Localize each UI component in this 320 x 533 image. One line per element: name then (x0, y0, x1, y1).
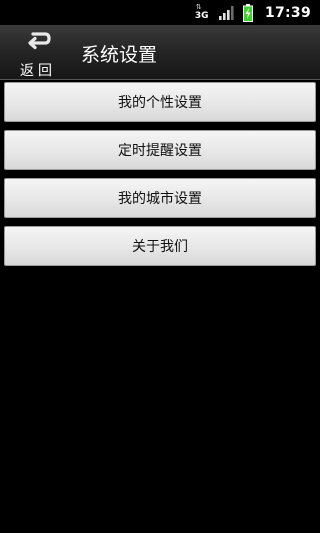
status-clock: 17:39 (264, 4, 311, 21)
battery-charging-icon (242, 3, 253, 22)
network-arrows: ⇅ (195, 2, 202, 11)
menu-label: 我的城市设置 (118, 191, 202, 207)
reminder-settings-button[interactable]: 定时提醒设置 (4, 130, 316, 170)
city-settings-button[interactable]: 我的城市设置 (4, 178, 316, 218)
menu-label: 我的个性设置 (118, 95, 202, 111)
settings-screen: ⇅ 3G 17:39 返回 系统设置 我的个性设置 定时提醒设置 我的城市设置 … (0, 0, 320, 533)
return-arrow-icon (28, 32, 51, 50)
back-button[interactable]: 返回 (14, 27, 64, 79)
back-label: 返回 (20, 63, 56, 79)
personal-settings-button[interactable]: 我的个性设置 (4, 82, 316, 122)
settings-menu: 我的个性设置 定时提醒设置 我的城市设置 关于我们 (4, 82, 316, 274)
title-bar: 返回 系统设置 (0, 25, 320, 80)
status-bar: ⇅ 3G 17:39 (0, 0, 320, 25)
signal-bars-icon (218, 5, 234, 20)
about-us-button[interactable]: 关于我们 (4, 226, 316, 266)
menu-label: 关于我们 (132, 239, 188, 255)
page-title: 系统设置 (81, 44, 158, 66)
network-type-label: 3G (194, 10, 209, 21)
network-3g-icon: ⇅ 3G (194, 2, 209, 22)
menu-label: 定时提醒设置 (118, 143, 202, 159)
